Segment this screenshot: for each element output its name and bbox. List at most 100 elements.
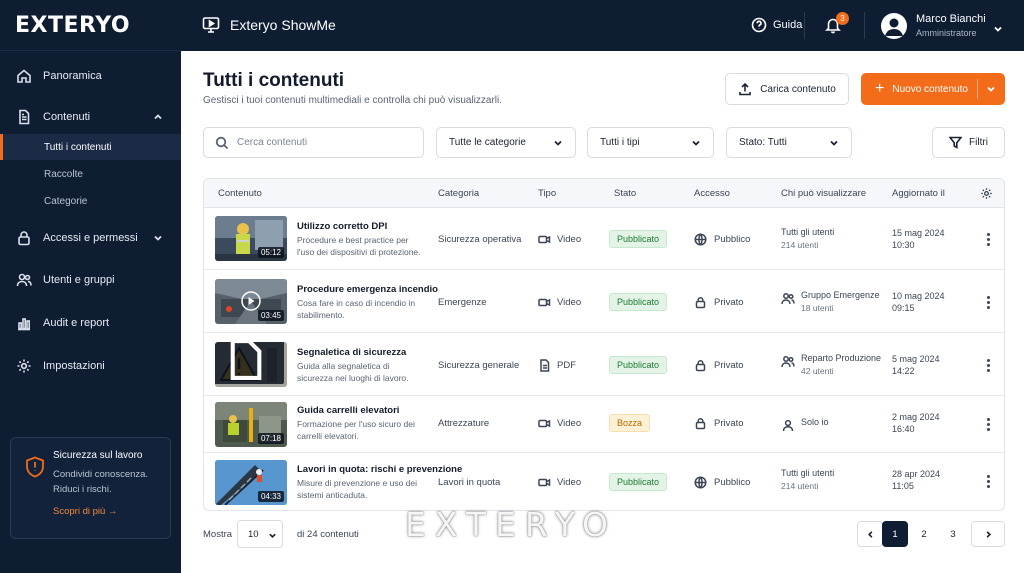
user-name: Marco Bianchi xyxy=(916,13,986,25)
pagination-page-3[interactable]: 3 xyxy=(940,521,966,547)
help-button[interactable]: Guida xyxy=(751,17,802,33)
row-actions-icon[interactable] xyxy=(984,232,992,248)
status-badge: Bozza xyxy=(609,414,651,432)
video-icon xyxy=(538,298,551,307)
table-row[interactable]: Segnaletica di sicurezza Guida alla segn… xyxy=(204,334,1004,396)
pagination-next-button[interactable] xyxy=(971,521,1005,547)
per-page-select[interactable]: 10 xyxy=(237,520,283,548)
divider xyxy=(804,12,805,39)
notifications-button[interactable]: 3 xyxy=(824,12,849,34)
sidebar-item-audit[interactable]: Audit e report xyxy=(0,310,181,336)
updated-cell: 5 mag 2024 14:22 xyxy=(892,353,940,377)
page-title: Tutti i contenuti xyxy=(203,70,345,91)
content-title[interactable]: Lavori in quota: rischi e prevenzione xyxy=(297,464,462,475)
content-description: Formazione per l'uso sicuro dei carrelli… xyxy=(297,419,415,441)
row-actions-icon[interactable] xyxy=(984,474,992,490)
type-label: Video xyxy=(557,418,582,429)
type-cell: Video xyxy=(538,476,581,489)
table-row[interactable]: 04:33 Lavori in quota: rischi e prevenzi… xyxy=(204,453,1004,510)
sidebar-item-label: Contenuti xyxy=(43,111,91,123)
gear-icon[interactable] xyxy=(980,187,993,200)
viewers-label: Reparto Produzione xyxy=(801,353,882,363)
video-thumbnail[interactable]: 05:12 xyxy=(215,216,287,261)
users-icon xyxy=(781,292,795,305)
pagination-page-2[interactable]: 2 xyxy=(911,521,937,547)
new-content-button[interactable]: + Nuovo contenuto xyxy=(861,73,1005,105)
sidebar-item-utenti[interactable]: Utenti e gruppi xyxy=(0,267,181,293)
chevron-down-icon xyxy=(268,531,277,540)
type-label: Video xyxy=(557,234,582,245)
filters-label: Filtri xyxy=(969,137,988,148)
promo-text-line1: Condividi conoscenza. xyxy=(53,469,149,480)
sidebar-item-label: Panoramica xyxy=(43,70,102,82)
access-label: Pubblico xyxy=(714,234,751,245)
content-title[interactable]: Guida carrelli elevatori xyxy=(297,405,399,416)
content-table: Contenuto Categoria Tipo Stato Accesso C… xyxy=(203,178,1005,511)
category-select[interactable]: Tutte le categorie xyxy=(436,127,576,158)
question-icon xyxy=(751,17,767,33)
content-title[interactable]: Segnaletica di sicurezza xyxy=(297,347,406,358)
watermark: EXTERYO xyxy=(405,505,618,544)
access-cell: Pubblico xyxy=(694,476,750,489)
pagination-page-1[interactable]: 1 xyxy=(882,521,908,547)
video-thumbnail[interactable]: 04:33 xyxy=(215,460,287,505)
viewers-label: Gruppo Emergenze xyxy=(801,290,880,300)
column-header-stato[interactable]: Stato xyxy=(614,188,636,199)
category-select-value: Tutte le categorie xyxy=(449,137,526,148)
content-description: Cosa fare in caso di incendio in stabili… xyxy=(297,298,416,320)
updated-date: 28 apr 2024 xyxy=(892,469,941,479)
video-thumbnail[interactable]: 07:18 xyxy=(215,402,287,447)
sidebar-item-contenuti[interactable]: Contenuti xyxy=(0,104,181,130)
type-select[interactable]: Tutti i tipi xyxy=(587,127,714,158)
user-menu[interactable]: Marco Bianchi Amministratore xyxy=(881,12,1011,40)
column-header-chi-puo-visualizzare[interactable]: Chi può visualizzare xyxy=(781,188,866,199)
search-box xyxy=(203,127,424,158)
sidebar-subitem-categorie[interactable]: Categorie xyxy=(0,188,181,214)
type-cell: Video xyxy=(538,296,581,309)
status-select[interactable]: Stato: Tutti xyxy=(726,127,852,158)
chevron-down-icon[interactable] xyxy=(986,84,996,94)
column-header-categoria[interactable]: Categoria xyxy=(438,188,479,199)
promo-link[interactable]: Scopri di più → xyxy=(53,506,117,517)
pdf-thumbnail[interactable] xyxy=(215,342,287,387)
updated-cell: 10 mag 2024 09:15 xyxy=(892,290,945,314)
access-label: Privato xyxy=(714,418,744,429)
pagination-prev-button[interactable] xyxy=(857,521,883,547)
column-header-aggiornato-il[interactable]: Aggiornato il xyxy=(892,188,945,199)
sidebar-subitem-tutti-i-contenuti[interactable]: Tutti i contenuti xyxy=(0,134,181,160)
row-actions-icon[interactable] xyxy=(984,417,992,433)
type-label: Video xyxy=(557,297,582,308)
type-label: PDF xyxy=(557,360,576,371)
sidebar-item-panoramica[interactable]: Panoramica xyxy=(0,63,181,89)
updated-cell: 2 mag 2024 16:40 xyxy=(892,411,940,435)
upload-content-label: Carica contenuto xyxy=(760,83,836,95)
sidebar-subitem-raccolte[interactable]: Raccolte xyxy=(0,161,181,187)
column-header-contenuto[interactable]: Contenuto xyxy=(218,188,262,199)
status-badge: Pubblicato xyxy=(609,473,668,491)
chevron-up-icon xyxy=(153,112,163,122)
pdf-icon xyxy=(540,359,550,372)
upload-content-button[interactable]: Carica contenuto xyxy=(725,73,849,105)
video-thumbnail[interactable]: 03:45 xyxy=(215,279,287,324)
search-input[interactable] xyxy=(237,137,407,148)
app-title-text: Exteryo ShowMe xyxy=(230,17,336,33)
row-actions-icon[interactable] xyxy=(984,295,992,311)
notifications-badge: 3 xyxy=(836,12,849,25)
viewers-count: 42 utenti xyxy=(801,366,834,376)
row-actions-icon[interactable] xyxy=(984,358,992,374)
lock-icon xyxy=(695,296,706,309)
avatar xyxy=(881,13,907,39)
sidebar-item-accessi[interactable]: Accessi e permessi xyxy=(0,225,181,251)
updated-time: 16:40 xyxy=(892,424,915,434)
content-title[interactable]: Procedure emergenza incendio xyxy=(297,284,438,295)
table-row[interactable]: 03:45 Procedure emergenza incendio Cosa … xyxy=(204,271,1004,333)
table-row[interactable]: 07:18 Guida carrelli elevatori Formazion… xyxy=(204,397,1004,453)
table-row[interactable]: 05:12 Utilizzo corretto DPI Procedure e … xyxy=(204,208,1004,270)
column-header-accesso[interactable]: Accesso xyxy=(694,188,730,199)
video-duration: 05:12 xyxy=(257,247,284,258)
column-header-tipo[interactable]: Tipo xyxy=(538,188,556,199)
content-title[interactable]: Utilizzo corretto DPI xyxy=(297,221,387,232)
filters-button[interactable]: Filtri xyxy=(932,127,1005,158)
video-icon xyxy=(538,478,551,487)
sidebar-item-impostazioni[interactable]: Impostazioni xyxy=(0,353,181,379)
